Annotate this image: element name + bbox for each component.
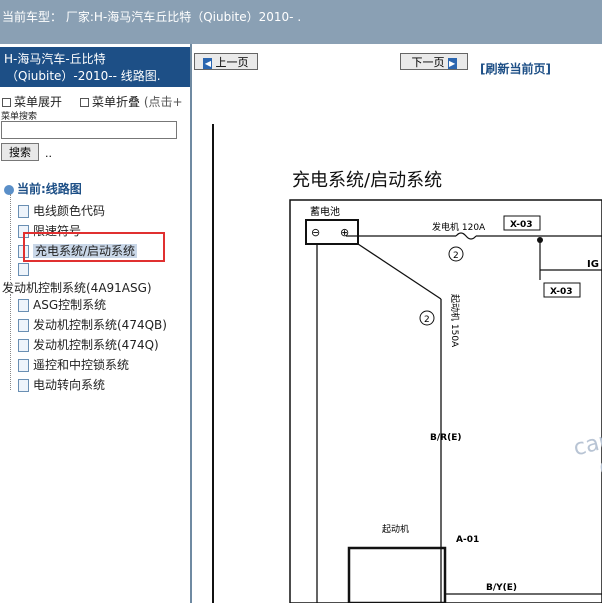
fuse-symbol bbox=[455, 232, 477, 240]
current-node-label: 当前:线路图 bbox=[17, 182, 82, 196]
wiring-diagram-svg: 充电系统/启动系统 蓄电池 ⊖ ⊕ 发电机 120A 2 X-03 IG X-0… bbox=[212, 124, 602, 603]
page-icon bbox=[18, 263, 29, 276]
search-button[interactable]: 搜索 bbox=[1, 143, 39, 161]
expand-icon bbox=[2, 98, 11, 107]
tree-item-label: ASG控制系统 bbox=[33, 298, 107, 312]
page-icon bbox=[18, 205, 29, 218]
sidebar-title-line1: H-海马汽车-丘比特 bbox=[4, 52, 106, 66]
arrow-right-icon: ▶ bbox=[447, 57, 457, 69]
tree-connector bbox=[10, 194, 11, 280]
circle-number: 2 bbox=[453, 251, 459, 261]
menu-expand-control[interactable]: 菜单展开 bbox=[2, 93, 62, 110]
tree-item-label: 遥控和中控锁系统 bbox=[33, 358, 130, 372]
starter-box bbox=[347, 546, 447, 603]
ig-label: IG bbox=[587, 259, 599, 270]
menu-collapse-hint: (点击+ bbox=[143, 95, 183, 109]
starter-wire-diag bbox=[357, 243, 442, 300]
starter-label: 起动机 bbox=[382, 523, 409, 535]
page-icon bbox=[18, 379, 29, 392]
tree-item-wire-color[interactable]: 电线颜色代码 bbox=[18, 202, 105, 219]
globe-icon bbox=[4, 184, 14, 195]
a01-label: A-01 bbox=[456, 535, 479, 545]
sidebar-title-line2: （Qiubite）-2010-- 线路图. bbox=[6, 69, 161, 83]
tree-item-engine-474q[interactable]: 发动机控制系统(474Q) bbox=[18, 336, 159, 353]
tree-item-label: 电动转向系统 bbox=[33, 378, 106, 392]
refresh-page-link[interactable]: [刷新当前页] bbox=[480, 60, 551, 77]
diagram-border bbox=[289, 199, 602, 603]
circle-number: 2 bbox=[424, 315, 430, 325]
starter-fuse-label: 起动机 150A bbox=[449, 294, 461, 348]
next-page-label: 下一页 bbox=[411, 57, 445, 69]
wire-by-label: B/Y(E) bbox=[486, 583, 517, 593]
x03-top-label: X-03 bbox=[510, 220, 532, 230]
tree-item-label: 发动机控制系统(474Q) bbox=[33, 338, 159, 352]
top-bar: 当前车型： 厂家:H-海马汽车丘比特（Qiubite）2010- . bbox=[0, 0, 602, 44]
wire-br-label: B/R(E) bbox=[430, 433, 461, 443]
previous-page-button[interactable]: ◀ 上一页 bbox=[194, 53, 258, 70]
next-page-button[interactable]: 下一页 ▶ bbox=[400, 53, 468, 70]
menu-collapse-control[interactable]: 菜单折叠 (点击+ bbox=[80, 93, 183, 110]
page-icon bbox=[18, 319, 29, 332]
selection-highlight-box bbox=[23, 232, 165, 262]
tree-item-label: 电线颜色代码 bbox=[33, 204, 106, 218]
page-icon bbox=[18, 339, 29, 352]
sidebar-title: H-海马汽车-丘比特 （Qiubite）-2010-- 线路图. bbox=[0, 47, 190, 87]
alternator-fuse-label: 发电机 120A bbox=[432, 221, 486, 233]
battery-minus: ⊖ bbox=[311, 226, 320, 239]
tree-item-remote-lock[interactable]: 遥控和中控锁系统 bbox=[18, 356, 129, 373]
arrow-left-icon: ◀ bbox=[203, 57, 213, 69]
page-navigation: ◀ 上一页 下一页 ▶ [刷新当前页] bbox=[194, 44, 602, 84]
current-node[interactable]: 当前:线路图 bbox=[4, 180, 82, 197]
tree-item-asg[interactable]: ASG控制系统 bbox=[18, 296, 106, 313]
previous-page-label: 上一页 bbox=[215, 57, 249, 69]
menu-expand-label: 菜单展开 bbox=[14, 95, 63, 109]
search-dots: .. bbox=[45, 147, 52, 160]
current-model-text: 当前车型： 厂家:H-海马汽车丘比特（Qiubite）2010- . bbox=[2, 10, 302, 24]
tree-item-label: 发动机控制系统(474QB) bbox=[33, 318, 167, 332]
tree-item-power-steering[interactable]: 电动转向系统 bbox=[18, 376, 105, 393]
tree-group-engine-control[interactable]: 发动机控制系统(4A91ASG) bbox=[2, 279, 152, 296]
tree-item-blank[interactable] bbox=[18, 262, 33, 276]
page-icon bbox=[18, 299, 29, 312]
wiring-diagram: 充电系统/启动系统 蓄电池 ⊖ ⊕ 发电机 120A 2 X-03 IG X-0… bbox=[194, 84, 602, 603]
menu-collapse-label: 菜单折叠 bbox=[92, 95, 141, 109]
diagram-title: 充电系统/启动系统 bbox=[292, 170, 442, 191]
sidebar: H-海马汽车-丘比特 （Qiubite）-2010-- 线路图. 菜单展开 菜单… bbox=[0, 44, 192, 603]
tree-item-engine-474qb[interactable]: 发动机控制系统(474QB) bbox=[18, 316, 167, 333]
search-input[interactable] bbox=[1, 121, 177, 139]
collapse-icon bbox=[80, 98, 89, 107]
tree-connector bbox=[10, 294, 11, 390]
page-icon bbox=[18, 359, 29, 372]
x03-bottom-label: X-03 bbox=[550, 287, 572, 297]
battery-plus: ⊕ bbox=[340, 226, 349, 239]
battery-label: 蓄电池 bbox=[310, 205, 340, 218]
